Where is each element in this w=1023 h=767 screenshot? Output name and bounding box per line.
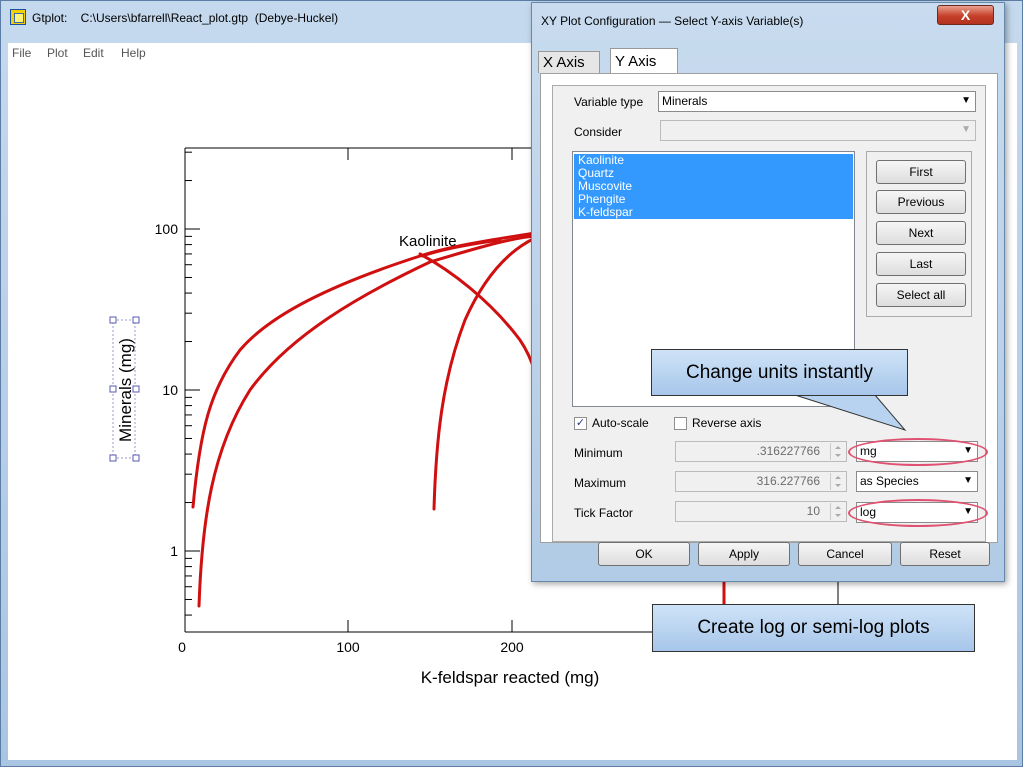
- reverse-axis-label: Reverse axis: [692, 416, 762, 430]
- maximum-unit-select[interactable]: as Species ▼: [856, 471, 978, 492]
- maximum-value: 316.227766: [756, 474, 820, 488]
- x-axis-label: K-feldspar reacted (mg): [421, 668, 600, 687]
- reverse-axis-checkbox[interactable]: [674, 417, 687, 430]
- x-tick-200: 200: [500, 639, 524, 655]
- previous-button[interactable]: Previous: [876, 190, 966, 214]
- variable-type-value: Minerals: [662, 94, 708, 108]
- curve-rising: [432, 236, 537, 511]
- tick-factor-spinner[interactable]: [830, 503, 845, 520]
- consider-select[interactable]: ▼: [660, 120, 976, 141]
- tab-x-axis[interactable]: X Axis: [538, 51, 600, 73]
- apply-button[interactable]: Apply: [698, 542, 790, 566]
- next-button[interactable]: Next: [876, 221, 966, 245]
- list-item-kaolinite[interactable]: Kaolinite: [574, 154, 853, 167]
- units-callout: Change units instantly: [651, 349, 908, 396]
- curve-lower: [197, 234, 537, 608]
- curve-kaolinite: [418, 252, 537, 374]
- maximum-field[interactable]: 316.227766: [675, 471, 847, 492]
- minimum-label: Minimum: [574, 446, 623, 460]
- reset-button[interactable]: Reset: [900, 542, 990, 566]
- ok-button[interactable]: OK: [598, 542, 690, 566]
- select-all-button[interactable]: Select all: [876, 283, 966, 307]
- x-tick-100: 100: [336, 639, 360, 655]
- chevron-down-icon: ▼: [961, 95, 971, 106]
- y-axis-label[interactable]: Minerals (mg): [116, 338, 135, 442]
- variable-type-label: Variable type: [574, 95, 644, 109]
- maximum-label: Maximum: [574, 476, 627, 490]
- y-tick-1: 1: [170, 543, 178, 559]
- units-highlight-ellipse: [848, 438, 988, 466]
- dialog-close-button[interactable]: X: [937, 5, 994, 25]
- tab-y-axis[interactable]: Y Axis: [610, 48, 678, 73]
- maximum-spinner[interactable]: [830, 473, 845, 490]
- y-tick-10: 10: [162, 382, 178, 398]
- y-tick-100: 100: [155, 221, 179, 237]
- tick-factor-value: 10: [806, 504, 820, 518]
- minimum-value: .316227766: [756, 444, 820, 458]
- last-button[interactable]: Last: [876, 252, 966, 276]
- xy-plot-config-dialog: XY Plot Configuration — Select Y-axis Va…: [531, 2, 1005, 582]
- cancel-button[interactable]: Cancel: [798, 542, 892, 566]
- scale-highlight-ellipse: [848, 499, 988, 527]
- curve-upper: [191, 231, 537, 509]
- first-button[interactable]: First: [876, 160, 966, 184]
- chevron-down-icon: ▼: [963, 475, 973, 486]
- variable-type-select[interactable]: Minerals ▼: [658, 91, 976, 112]
- maximum-unit-value: as Species: [860, 474, 919, 488]
- dialog-title: XY Plot Configuration — Select Y-axis Va…: [541, 14, 804, 28]
- minimum-field[interactable]: .316227766: [675, 441, 847, 462]
- log-callout: Create log or semi-log plots: [652, 604, 975, 652]
- minimum-spinner[interactable]: [830, 443, 845, 460]
- list-item-k-feldspar[interactable]: K-feldspar: [574, 206, 853, 219]
- autoscale-checkbox[interactable]: ✓: [574, 417, 587, 430]
- consider-label: Consider: [574, 125, 623, 139]
- tick-factor-field[interactable]: 10: [675, 501, 847, 522]
- tick-factor-label: Tick Factor: [574, 506, 633, 520]
- autoscale-label: Auto-scale: [592, 416, 649, 430]
- chevron-down-icon: ▼: [961, 124, 971, 135]
- x-tick-0: 0: [178, 639, 186, 655]
